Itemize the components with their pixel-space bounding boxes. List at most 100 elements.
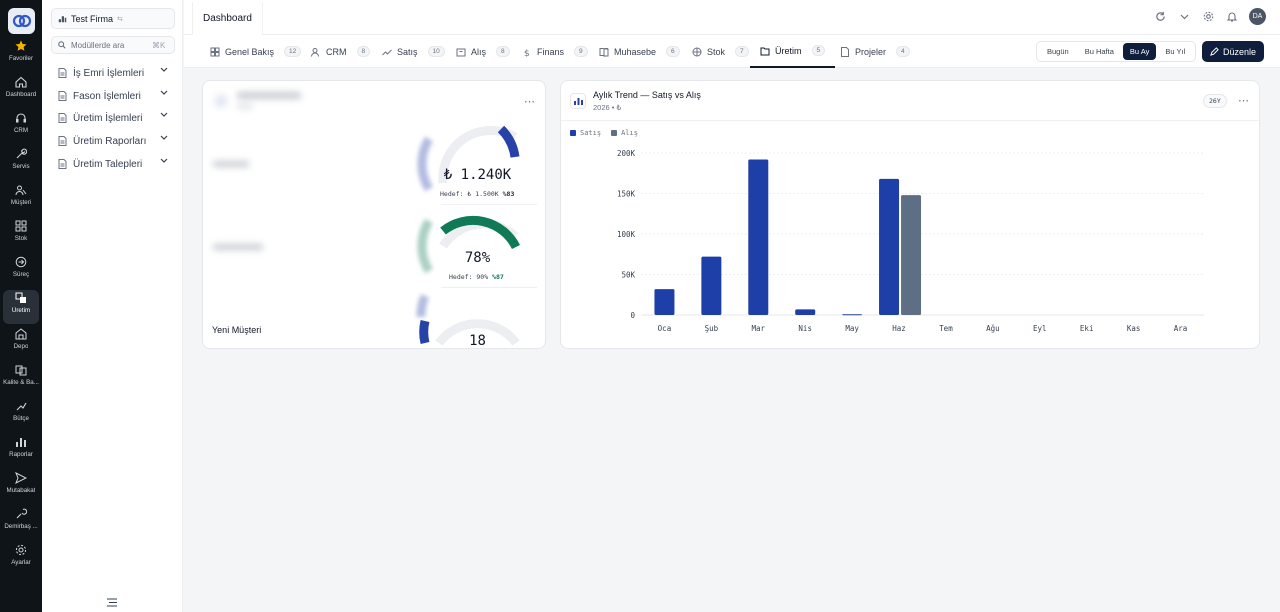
trend-card: Aylık Trend — Satış vs Alış 2026 • ₺ 26Y… [560, 80, 1260, 349]
dropdown-button[interactable] [1177, 10, 1191, 24]
sidebar-item-4[interactable]: Üretim Talepleri [58, 155, 176, 173]
sidebar-item-1[interactable]: Fason İşlemleri [58, 87, 176, 105]
tab-label: Projeler [855, 46, 887, 57]
year-badge[interactable]: 26Y [1203, 94, 1227, 108]
wrench-icon [16, 148, 27, 159]
sidebar-item-2[interactable]: Üretim İşlemleri [58, 109, 176, 127]
rail-item-7[interactable]: Üretim [3, 290, 39, 324]
bar-satis-5[interactable] [879, 178, 900, 315]
gauge-2-value: 78% [464, 250, 491, 266]
document-icon [58, 136, 67, 146]
tab-count-badge: 8 [356, 46, 371, 57]
bar-satis-0[interactable] [654, 289, 675, 315]
tab-icon: $ [524, 49, 530, 57]
y-tick-label: 200K [617, 149, 636, 158]
rail-item-label: Raporlar [9, 451, 33, 458]
rail-item-9[interactable]: Kalite & Ba... [3, 362, 39, 396]
rail-item-12[interactable]: Mutabakat [3, 470, 39, 504]
tab-icon [210, 47, 220, 56]
tab-count-badge: 8 [496, 46, 510, 57]
module-search[interactable]: ⌘K [51, 36, 175, 54]
x-tick-label: Nis [798, 324, 812, 333]
tab-dashboard-label: Dashboard [203, 13, 252, 24]
settings-button[interactable] [1201, 10, 1215, 24]
trend-title: Aylık Trend — Satış vs Alış [593, 90, 701, 100]
tab-count-badge: 10 [427, 46, 445, 57]
tab-5[interactable]: Muhasebe 6 [599, 35, 680, 68]
avatar[interactable]: DA [1249, 8, 1266, 25]
gear-icon [15, 544, 27, 556]
period-option-2[interactable]: Bu Ay [1122, 43, 1157, 60]
rail-item-3[interactable]: Servis [3, 146, 39, 180]
sidebar-item-3[interactable]: Üretim Raporları [58, 132, 176, 150]
rail-item-11[interactable]: Raporlar [3, 434, 39, 468]
rail-item-14[interactable]: Ayarlar [3, 542, 39, 576]
rail-item-8[interactable]: Depo [3, 326, 39, 360]
rail-item-2[interactable]: CRM [3, 110, 39, 144]
tab-icon [599, 47, 609, 57]
sidebar-item-0[interactable]: İş Emri İşlemleri [58, 64, 176, 82]
trend-subtitle: 2026 • ₺ [593, 103, 622, 112]
tab-label: Genel Bakış [225, 46, 275, 57]
tab-1[interactable]: CRM 8 [311, 35, 371, 68]
period-option-3[interactable]: Bu Yıl [1158, 43, 1192, 60]
y-tick-label: 50K [621, 271, 635, 280]
firm-icon [58, 16, 67, 23]
rail-item-1[interactable]: Dashboard [3, 74, 39, 108]
search-icon [58, 41, 66, 49]
firm-selector[interactable]: Test Firma ⇆ [51, 8, 175, 29]
trend-more-button[interactable]: ⋯ [1238, 94, 1249, 107]
bar-satis-3[interactable] [795, 309, 816, 315]
tab-dashboard[interactable]: Dashboard [192, 2, 263, 35]
rail-item-13[interactable]: Demirbaş ... [3, 506, 39, 540]
gauge-1-target: Hedef: ₺ 1.500K %83 [440, 190, 514, 198]
sidebar-item-label: Fason İşlemleri [73, 90, 141, 102]
collapse-sidebar-button[interactable] [107, 594, 117, 612]
chevron-down-icon [160, 135, 168, 140]
rail-item-label: Demirbaş ... [4, 523, 38, 530]
bar-satis-2[interactable] [748, 159, 769, 315]
legend-purchases-label: Alış [621, 129, 638, 137]
chevron-down-icon [160, 90, 168, 95]
rail-item-4[interactable]: Müşteri [3, 182, 39, 216]
document-icon [58, 113, 67, 123]
chart-legend: Satış Alış [570, 129, 638, 137]
menu-collapse-icon [107, 598, 117, 607]
legend-item-sales[interactable]: Satış [570, 129, 601, 137]
tab-3[interactable]: Alış 8 [456, 35, 510, 68]
search-shortcut: ⌘K [152, 40, 166, 50]
tab-label: CRM [326, 46, 347, 57]
gauge-2-pct: %87 [492, 273, 504, 281]
bar-satis-4[interactable] [842, 314, 863, 316]
tab-icon [311, 47, 319, 57]
warehouse-icon [15, 328, 27, 340]
notifications-button[interactable] [1225, 10, 1239, 24]
tab-6[interactable]: Stok 7 [692, 35, 749, 68]
search-input[interactable] [71, 40, 147, 50]
tab-2[interactable]: Satış 10 [382, 35, 445, 68]
send-icon [15, 472, 27, 484]
rail-item-6[interactable]: Süreç [3, 254, 39, 288]
app-logo[interactable] [8, 8, 35, 34]
refresh-button[interactable] [1153, 10, 1167, 24]
tab-8[interactable]: Projeler 4 [840, 35, 910, 68]
x-tick-label: May [845, 324, 859, 333]
period-option-0[interactable]: Bugün [1040, 43, 1076, 60]
rail-item-10[interactable]: Bütçe [3, 398, 39, 432]
tab-0[interactable]: Genel Bakış 12 [210, 35, 302, 68]
grid-icon [15, 220, 27, 232]
svg-text:$: $ [524, 49, 530, 57]
tab-icon [760, 47, 770, 55]
icon-rail: Favoriler Dashboard CRM Servis Müşteri Stok Sü… [0, 0, 42, 612]
rail-item-0[interactable]: Favoriler [3, 38, 39, 72]
home-icon [15, 76, 27, 88]
y-tick-label: 0 [630, 311, 635, 320]
period-option-1[interactable]: Bu Hafta [1078, 43, 1121, 60]
edit-dashboard-button[interactable]: Düzenle [1202, 41, 1264, 62]
bar-satis-1[interactable] [701, 256, 722, 315]
tab-4[interactable]: $ Finans 9 [522, 35, 588, 68]
bar-alis-5[interactable] [901, 195, 922, 315]
legend-item-purchases[interactable]: Alış [611, 129, 638, 137]
tab-7[interactable]: Üretim 5 [750, 35, 836, 68]
rail-item-5[interactable]: Stok [3, 218, 39, 252]
